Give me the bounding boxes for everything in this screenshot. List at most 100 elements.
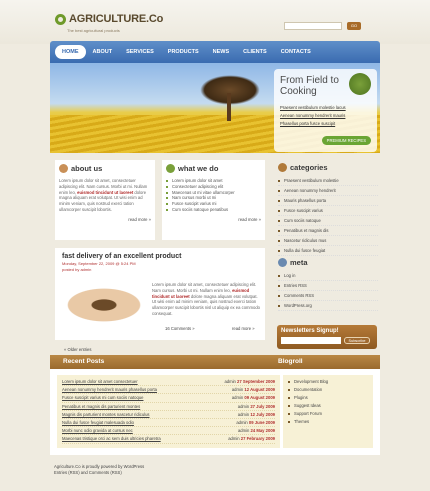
table-row[interactable]: Fusce suscipit varius mi cum sociis nato…	[62, 394, 275, 403]
hero-panel: From Field to Cooking Praesent vestibulu…	[274, 69, 377, 152]
nav-news[interactable]: NEWS	[206, 45, 237, 59]
post-date: admin 09 August 2009	[232, 394, 275, 401]
blogroll-link[interactable]: Support Forum	[288, 410, 368, 418]
hero-link[interactable]: Praesent vestibulum molestie lacus	[280, 105, 371, 110]
meta-link[interactable]: Entries RSS	[278, 281, 378, 291]
hero-link[interactable]: Phasellus porta fusce suscipit	[280, 121, 371, 126]
blogroll-link[interactable]: Suggest Ideas	[288, 402, 368, 410]
older-entries-link[interactable]: « Older entries	[64, 347, 91, 352]
category-link[interactable]: Mauris phasellus porta	[278, 196, 378, 206]
post-author: admin	[237, 428, 250, 434]
about-text-bold: euismod tincidunt ut laoreet	[77, 189, 134, 195]
post-link[interactable]: Lorem ipsum dolor sit amet consectetuer	[62, 378, 138, 385]
footer-rss[interactable]: Entries (RSS) and Comments (RSS)	[54, 470, 144, 476]
post-author: posted by admin	[62, 267, 92, 272]
meta-list: Log in Entries RSS Comments RSS WordPres…	[278, 271, 378, 311]
post-comments-link[interactable]: 16 Comments »	[165, 326, 195, 331]
post-date-value: 12 August 2009	[244, 387, 275, 393]
post-date-value: 09 June 2009	[248, 420, 275, 426]
table-row[interactable]: Aenean nonummy hendrerit mauris phasellu…	[62, 386, 275, 395]
post-author: admin	[231, 387, 244, 393]
premium-recipes-button[interactable]: PREMIUM RECIPES	[321, 136, 371, 145]
category-link[interactable]: Nulla dui fusce feugiat	[278, 246, 378, 256]
newsletter-signup: Newsletters Signup! Subscribe	[277, 325, 377, 349]
table-row[interactable]: Maecenas tristique orci ac sem duis ultr…	[62, 435, 275, 444]
meta-link[interactable]: Comments RSS	[278, 291, 378, 301]
blogroll-title: Blogroll	[278, 358, 303, 365]
post-author: admin	[237, 411, 250, 417]
logo-flower-icon	[55, 13, 66, 25]
post-link[interactable]: Penatibus et magnis dis parturient monte…	[62, 403, 140, 410]
meta-widget: meta Log in Entries RSS Comments RSS Wor…	[278, 258, 378, 311]
nav-home[interactable]: HOME	[55, 45, 86, 59]
category-link[interactable]: Praesent vestibulum molestie	[278, 176, 378, 186]
categories-widget: categories Praesent vestibulum molestie …	[278, 163, 378, 256]
logo-text: AGRICULTURE.Co	[69, 13, 164, 25]
nav-products[interactable]: PRODUCTS	[161, 45, 206, 59]
post-author: admin	[236, 420, 248, 426]
post-date: admin 09 June 2009	[236, 419, 275, 426]
subscribe-button[interactable]: Subscribe	[344, 337, 370, 344]
post-link[interactable]: Morbi nunc odio gravida at cursus nec	[62, 427, 133, 434]
post-author: admin	[231, 395, 244, 401]
logo[interactable]: AGRICULTURE.Co	[55, 13, 163, 25]
blogroll-link[interactable]: Plugins	[288, 394, 368, 402]
meta-heading: meta	[278, 258, 378, 267]
list-item[interactable]: Cum sociis natoque penatibus	[166, 207, 261, 213]
category-link[interactable]: Nascetur ridiculus mus	[278, 236, 378, 246]
post-link[interactable]: Nulla dui fusce feugiat malesuada odio	[62, 419, 134, 426]
meta-title: meta	[290, 258, 308, 267]
hero-link[interactable]: Aenean nonummy hendrerit mauris	[280, 113, 371, 118]
meta-link[interactable]: WordPress.org	[278, 301, 378, 311]
post-date-value: 27 September 2009	[237, 379, 275, 384]
category-link[interactable]: Fusce suscipit varius	[278, 206, 378, 216]
table-row[interactable]: Morbi nunc odio gravida at cursus nec adm…	[62, 427, 275, 436]
search-input[interactable]	[284, 22, 342, 30]
meta-link[interactable]: Log in	[278, 271, 378, 281]
about-heading: about us	[59, 164, 151, 173]
post-link[interactable]: Magnis dis parturient montes nascetur ri…	[62, 411, 150, 418]
newsletter-title: Newsletters Signup!	[281, 328, 339, 334]
table-row[interactable]: Lorem ipsum dolor sit amet consectetuer a…	[62, 378, 275, 387]
hands-plant-image	[62, 286, 146, 324]
post-date-value: 09 August 2009	[244, 395, 275, 401]
nav-contacts[interactable]: CONTACTS	[274, 45, 318, 59]
category-link[interactable]: Cum sociis natoque	[278, 216, 378, 226]
whatwedo-read-more[interactable]: read more »	[166, 217, 261, 222]
categories-list: Praesent vestibulum molestie Aenean nonu…	[278, 176, 378, 256]
table-row[interactable]: Penatibus et magnis dis parturient monte…	[62, 403, 275, 411]
main-nav: HOME ABOUT SERVICES PRODUCTS NEWS CLIENT…	[50, 41, 380, 63]
categories-icon	[278, 163, 287, 172]
post-date-value: 27 July 2009	[250, 403, 275, 409]
post-title[interactable]: fast delivery of an excellent product	[62, 253, 258, 260]
recent-posts-list: Lorem ipsum dolor sit amet consectetuer a…	[57, 375, 280, 448]
table-row[interactable]: Nulla dui fusce feugiat malesuada odio ad…	[62, 419, 275, 428]
post-date: admin 12 August 2009	[232, 386, 275, 393]
post-link[interactable]: Aenean nonummy hendrerit mauris phasellu…	[62, 386, 157, 393]
post-author: admin	[237, 403, 250, 409]
blogroll-link[interactable]: Themes	[288, 418, 368, 426]
blogroll-link[interactable]: Documentation	[288, 386, 368, 394]
post-date: admin 27 July 2009	[238, 403, 275, 410]
post-date: admin 24 May 2009	[238, 427, 275, 434]
post-link[interactable]: Maecenas tristique orci ac sem duis ultr…	[62, 435, 161, 442]
bottom-bar: Recent Posts Blogroll	[50, 355, 380, 369]
footer: Agriculture.Co is proudly powered by Wor…	[54, 464, 144, 476]
post-link[interactable]: Fusce suscipit varius mi cum sociis nato…	[62, 394, 143, 401]
nav-about[interactable]: ABOUT	[86, 45, 120, 59]
nav-clients[interactable]: CLIENTS	[236, 45, 274, 59]
bottom-section: Recent Posts Blogroll Lorem ipsum dolor …	[50, 355, 380, 455]
category-link[interactable]: Penatibus et magnis dis	[278, 226, 378, 236]
category-link[interactable]: Aenean nonummy hendrerit	[278, 186, 378, 196]
table-row[interactable]: Magnis dis parturient montes nascetur ri…	[62, 411, 275, 420]
post-date-value: 12 July 2009	[250, 411, 275, 417]
nav-services[interactable]: SERVICES	[119, 45, 161, 59]
about-read-more[interactable]: read more »	[59, 217, 151, 222]
post-date: admin 12 July 2009	[238, 411, 275, 418]
about-text: Lorem ipsum dolor sit amet, consectetuer…	[59, 178, 151, 213]
newsletter-email-input[interactable]	[281, 337, 341, 344]
hero-links: Praesent vestibulum molestie lacus Aenea…	[280, 105, 371, 126]
blogroll-link[interactable]: Development Blog	[288, 378, 368, 386]
search-go-button[interactable]: GO	[347, 22, 361, 30]
post-read-more[interactable]: read more »	[232, 326, 255, 331]
